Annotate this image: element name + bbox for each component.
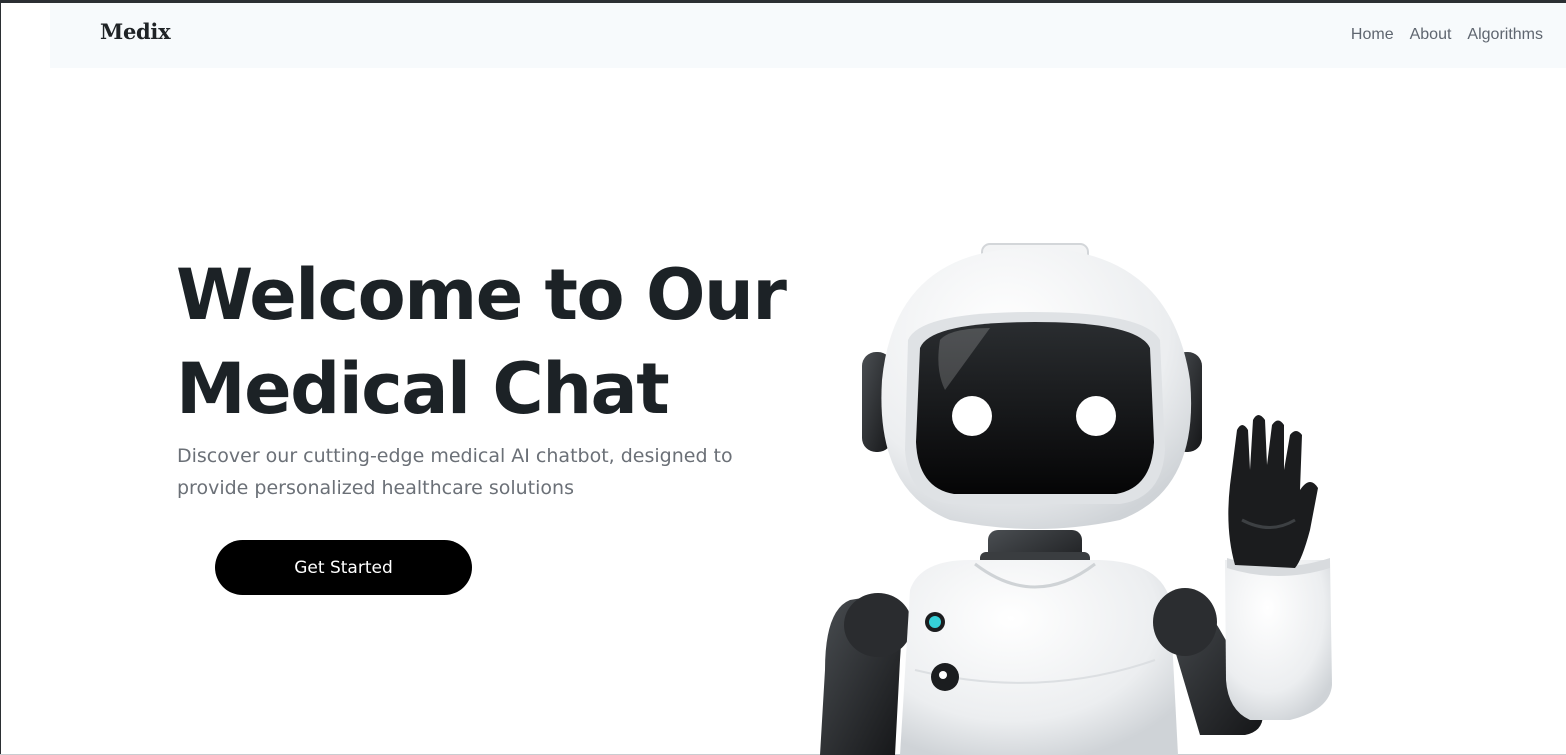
robot-right-eye <box>1076 396 1116 436</box>
nav-link-about[interactable]: About <box>1410 26 1452 44</box>
window-frame-left <box>0 0 1 755</box>
robot-left-eye <box>952 396 992 436</box>
robot-torso <box>900 560 1178 755</box>
get-started-button[interactable]: Get Started <box>215 540 472 595</box>
hero-subtitle-line-1: Discover our cutting-edge medical AI cha… <box>177 445 733 467</box>
hero-title-line-1: Welcome to Our <box>176 254 787 336</box>
hero-title-line-2: Medical Chat <box>176 348 670 430</box>
robot-waving-hand <box>1228 415 1318 568</box>
robot-right-arm <box>1153 558 1332 735</box>
nav-link-home[interactable]: Home <box>1351 26 1394 44</box>
nav-links: Home About Algorithms <box>1351 26 1543 44</box>
hero-subtitle-line-2: provide personalized healthcare solution… <box>177 477 574 499</box>
hero-title: Welcome to Our Medical Chat <box>176 248 816 436</box>
nav-link-algorithms[interactable]: Algorithms <box>1467 26 1543 44</box>
hero-subtitle: Discover our cutting-edge medical AI cha… <box>177 440 757 504</box>
robot-illustration <box>820 243 1332 755</box>
robot-left-arm <box>820 593 912 755</box>
brand-logo[interactable]: Medix <box>100 19 171 44</box>
robot-head <box>862 243 1202 529</box>
navbar: Medix Home About Algorithms <box>50 3 1566 68</box>
